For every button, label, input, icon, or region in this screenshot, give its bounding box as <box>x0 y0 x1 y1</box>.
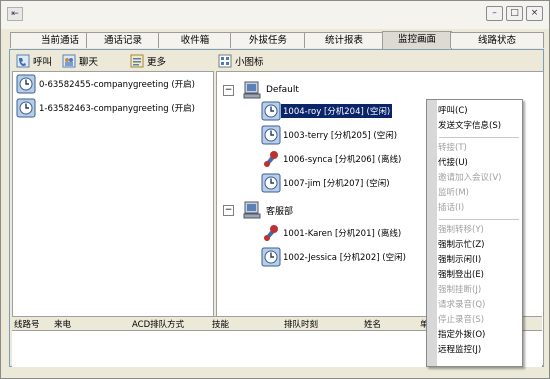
chat-button[interactable]: 聊天 <box>62 54 98 68</box>
collapse-toggle[interactable]: − <box>223 204 234 216</box>
tree-node-agent[interactable]: 1002-Jessica [分机202] (空闲) <box>261 246 408 268</box>
queue-clock-icon <box>16 74 36 94</box>
minimize-button[interactable]: – <box>486 6 503 21</box>
group-label: 客服部 <box>266 206 294 217</box>
small-icon-toggle[interactable]: 小图标 <box>218 54 264 68</box>
column-header[interactable]: 线路号 <box>14 318 40 330</box>
agent-idle-icon <box>261 125 281 145</box>
list-icon <box>130 54 144 67</box>
menu-item[interactable]: 呼叫(C) <box>438 104 468 119</box>
menu-item: 插话(I) <box>438 203 465 213</box>
menu-gutter <box>427 100 437 366</box>
menu-item[interactable]: 代接(U) <box>438 156 468 171</box>
list-item-label: 0-63582455-companygreeting (开启) <box>39 80 195 90</box>
menu-item: 监听(M) <box>438 188 469 198</box>
window-controls: – □ × <box>483 6 543 21</box>
more-button[interactable]: 更多 <box>130 54 166 68</box>
system-menu-icon[interactable]: ⇤ <box>7 7 23 21</box>
tab-strip: 当前通话 通话记录 收件箱 外拔任务 统计报表 监控画面 线路状态 <box>10 31 544 49</box>
column-header[interactable]: ACD排队方式 <box>132 318 184 330</box>
tree-group-default[interactable]: − Default <box>223 80 299 100</box>
maximize-button[interactable]: □ <box>506 6 523 21</box>
tab-outbound-tasks[interactable]: 外拔任务 <box>230 32 306 48</box>
menu-item[interactable]: 发送文字信息(S) <box>438 119 501 134</box>
agent-label: 1001-Karen [分机201] (离线) <box>283 229 402 239</box>
chat-icon <box>62 54 76 67</box>
agent-idle-icon <box>261 247 281 267</box>
agent-label: 1002-Jessica [分机202] (空闲) <box>283 253 406 263</box>
agent-offline-icon <box>264 225 278 241</box>
agent-idle-icon <box>261 173 281 193</box>
list-item[interactable]: 0-63582455-companygreeting (开启) <box>13 72 213 96</box>
agent-context-menu: 呼叫(C) 发送文字信息(S) 转接(T) 代接(U) 邀请加入会议(V) 监听(M) 插话… <box>426 99 523 367</box>
menu-item: 邀请加入会议(V) <box>438 173 502 183</box>
tab-inbox[interactable]: 收件箱 <box>158 32 232 48</box>
group-label: Default <box>266 85 299 95</box>
grid-icon <box>218 54 232 67</box>
agent-label: 1007-jim [分机207] (空闲) <box>283 179 390 189</box>
tree-node-agent[interactable]: 1001-Karen [分机201] (离线) <box>261 222 403 244</box>
collapse-toggle[interactable]: − <box>223 84 234 96</box>
menu-item: 停止录音(S) <box>438 315 485 325</box>
agent-label: 1003-terry [分机205] (空闲) <box>283 131 398 141</box>
group-computer-icon <box>243 81 261 99</box>
tree-group-support[interactable]: − 客服部 <box>223 200 293 220</box>
menu-item: 转接(T) <box>438 143 467 153</box>
column-header[interactable]: 来电 <box>54 318 71 330</box>
menu-item: 强制转移(Y) <box>438 225 484 235</box>
menu-item[interactable]: 远程监控(J) <box>438 343 481 358</box>
tree-node-agent[interactable]: 1003-terry [分机205] (空闲) <box>261 124 399 146</box>
tab-call-log[interactable]: 通话记录 <box>86 32 160 48</box>
list-item-label: 1-63582463-companygreeting (开启) <box>39 104 195 114</box>
small-icon-label: 小图标 <box>235 56 264 68</box>
column-header[interactable]: 姓名 <box>364 318 381 330</box>
tab-reports[interactable]: 统计报表 <box>304 32 384 48</box>
menu-separator <box>439 219 519 220</box>
title-bar: ⇤ – □ × <box>1 1 549 29</box>
menu-item[interactable]: 强制示忙(Z) <box>438 238 484 253</box>
agent-idle-icon <box>261 101 281 121</box>
menu-item: 强制挂断(J) <box>438 285 482 295</box>
queue-clock-icon <box>16 98 36 118</box>
call-button[interactable]: 呼叫 <box>16 54 52 68</box>
agent-offline-icon <box>264 151 278 167</box>
column-header[interactable]: 技能 <box>212 318 229 330</box>
list-item[interactable]: 1-63582463-companygreeting (开启) <box>13 96 213 120</box>
agent-label: 1004-roy [分机204] (空闲) <box>281 104 393 118</box>
phone-icon <box>16 54 30 67</box>
tree-node-agent[interactable]: 1006-synca [分机206] (离线) <box>261 148 403 170</box>
chat-button-label: 聊天 <box>79 56 99 68</box>
left-toolbar: 呼叫 聊天 更多 <box>16 52 176 69</box>
tree-node-agent[interactable]: 1004-roy [分机204] (空闲) <box>261 100 393 122</box>
tab-monitor[interactable]: 监控画面 <box>382 31 452 49</box>
call-button-label: 呼叫 <box>33 56 53 68</box>
main-window: ⇤ – □ × 当前通话 通话记录 收件箱 外拔任务 统计报表 监控画面 线路状态 … <box>0 0 550 379</box>
menu-item: 请求录音(Q) <box>438 300 486 310</box>
right-toolbar: 小图标 <box>218 52 274 69</box>
more-button-label: 更多 <box>147 56 167 68</box>
tab-line-status[interactable]: 线路状态 <box>450 32 544 48</box>
menu-item[interactable]: 指定外拨(O) <box>438 328 485 343</box>
tree-node-agent[interactable]: 1007-jim [分机207] (空闲) <box>261 172 392 194</box>
agent-label: 1006-synca [分机206] (离线) <box>283 155 402 165</box>
close-button[interactable]: × <box>526 6 543 21</box>
column-header[interactable]: 排队时刻 <box>284 318 318 330</box>
menu-item[interactable]: 强制登出(E) <box>438 268 484 283</box>
group-computer-icon <box>243 201 261 219</box>
menu-item[interactable]: 强制示闲(I) <box>438 253 481 268</box>
menu-separator <box>439 137 519 138</box>
